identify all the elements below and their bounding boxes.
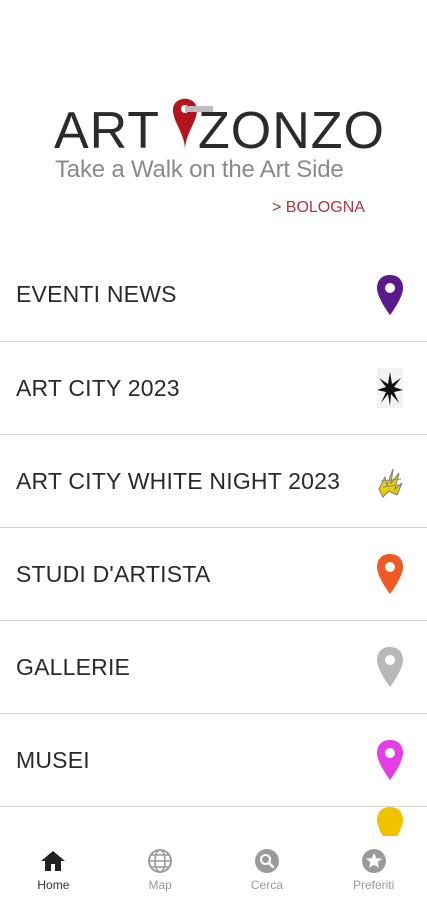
tab-cerca[interactable]: Cerca (214, 836, 320, 892)
menu-item-label: ART CITY WHITE NIGHT 2023 (16, 467, 341, 494)
tagline: Take a Walk on the Art Side (55, 156, 344, 183)
menu-item-studi-d-artista[interactable]: STUDI D'ARTISTA (0, 527, 427, 620)
gray-map-pin-icon (375, 645, 405, 689)
app-header: ART ZONZO Take a Walk on the Art Side > … (0, 0, 427, 248)
menu-item-eventi-news[interactable]: EVENTI NEWS (0, 248, 427, 341)
lightning-doodle-icon (375, 459, 405, 503)
brand-zonzo: ZONZO (198, 102, 385, 160)
menu-item-label: ART CITY 2023 (16, 374, 180, 401)
bottom-tab-bar: Home Map Cerca Preferiti (0, 836, 427, 900)
menu-item-art-city-white-night-2023[interactable]: ART CITY WHITE NIGHT 2023 (0, 434, 427, 527)
artzonzo-logo: ART ZONZO (54, 98, 384, 160)
tab-preferiti[interactable]: Preferiti (321, 836, 427, 892)
menu-item-art-city-2023[interactable]: ART CITY 2023 (0, 341, 427, 434)
tab-home[interactable]: Home (0, 836, 106, 892)
purple-map-pin-icon (375, 273, 405, 317)
menu-item-label: MUSEI (16, 746, 90, 773)
menu-item-label: GALLERIE (16, 653, 131, 680)
location-label[interactable]: > BOLOGNA (272, 199, 365, 217)
tab-label: Preferiti (352, 878, 395, 892)
category-menu: EVENTI NEWS ART CITY 2023 ART CITY WHITE… (0, 248, 427, 847)
globe-icon (147, 848, 173, 874)
tab-label: Map (148, 878, 172, 892)
menu-item-gallerie[interactable]: GALLERIE (0, 620, 427, 713)
search-icon (254, 848, 280, 874)
tab-label: Home (37, 878, 70, 892)
magenta-map-pin-icon (375, 738, 405, 782)
menu-item-label: STUDI D'ARTISTA (16, 560, 211, 587)
menu-item-musei[interactable]: MUSEI (0, 713, 427, 806)
tab-label: Cerca (250, 878, 283, 892)
brand-art: ART (54, 102, 160, 160)
star-icon (361, 848, 387, 874)
star-burst-icon (375, 366, 405, 410)
menu-item-label: EVENTI NEWS (16, 281, 177, 307)
orange-map-pin-icon (375, 552, 405, 596)
tab-map[interactable]: Map (107, 836, 213, 892)
home-icon (40, 848, 66, 874)
